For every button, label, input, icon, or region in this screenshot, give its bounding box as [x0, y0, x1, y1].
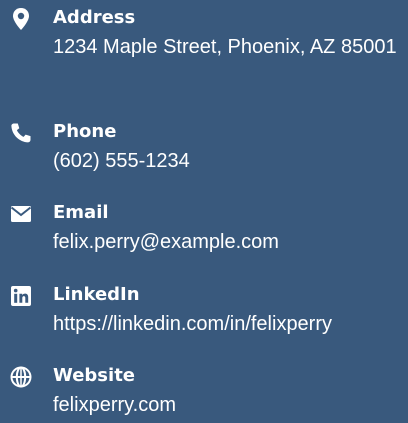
linkedin-icon [10, 285, 32, 307]
address-value: 1234 Maple Street, Phoenix, AZ 85001 [53, 36, 397, 58]
phone-value[interactable]: (602) 555-1234 [53, 147, 398, 175]
envelope-icon [10, 203, 32, 225]
contact-label: Address [53, 7, 136, 28]
map-pin-icon [10, 8, 32, 30]
contact-label: Website [53, 365, 136, 386]
contact-label: LinkedIn [53, 284, 140, 305]
contact-label: Phone [53, 121, 117, 142]
globe-icon [10, 366, 32, 388]
website-value[interactable]: felixperry.com [53, 391, 398, 419]
contact-info-panel: Address 1234 Maple Street, Phoenix, AZ 8… [0, 0, 408, 423]
contact-label: Email [53, 202, 109, 223]
email-value[interactable]: felix.perry@example.com [53, 228, 398, 256]
linkedin-value[interactable]: https://linkedin.com/in/felixperry [53, 310, 398, 338]
phone-icon [10, 122, 32, 144]
